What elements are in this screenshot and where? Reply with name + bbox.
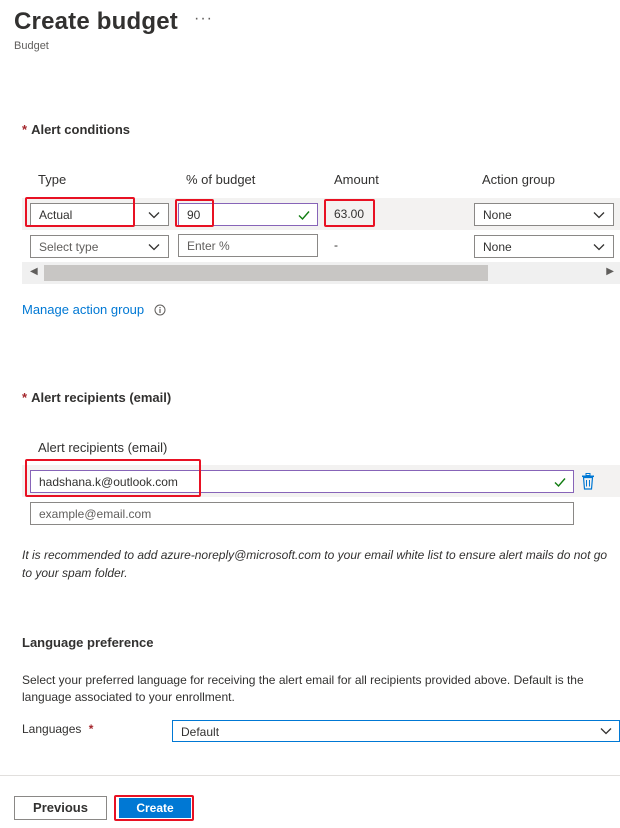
languages-label: Languages	[22, 722, 82, 736]
action-group-value: None	[483, 208, 512, 222]
percent-input-row-2[interactable]: Enter %	[178, 234, 318, 257]
highlight-percent	[175, 199, 214, 227]
whitelist-note: It is recommended to add azure-noreply@m…	[22, 548, 608, 580]
action-group-select-row-1[interactable]: None	[474, 203, 614, 226]
column-header-recipients: Alert recipients (email)	[38, 440, 168, 455]
highlight-amount	[324, 199, 375, 227]
scroll-right-icon[interactable]: ▶	[606, 266, 614, 277]
highlight-type	[25, 197, 135, 227]
horizontal-scrollbar[interactable]: ◀ ▶	[22, 262, 620, 284]
column-header-amount: Amount	[334, 172, 379, 187]
required-mark: *	[22, 122, 28, 137]
manage-action-group-link[interactable]: Manage action group	[22, 302, 144, 317]
alert-conditions-heading: * Alert conditions	[22, 122, 130, 137]
more-options-icon[interactable]: ···	[194, 10, 213, 28]
scrolled-off-text	[30, 55, 470, 63]
action-group-value: None	[483, 240, 512, 254]
email-input-row-2[interactable]: example@email.com	[30, 502, 574, 525]
checkmark-icon	[554, 478, 566, 488]
type-select-row-2[interactable]: Select type	[30, 235, 169, 258]
email-input-placeholder: example@email.com	[39, 507, 152, 521]
info-icon[interactable]	[154, 304, 166, 316]
language-description: Select your preferred language for recei…	[22, 673, 584, 704]
chevron-down-icon	[593, 244, 605, 251]
alert-conditions-title: Alert conditions	[31, 122, 131, 137]
chevron-down-icon	[148, 212, 160, 219]
manage-action-group[interactable]: Manage action group	[22, 302, 166, 317]
highlight-create	[114, 795, 194, 821]
highlight-email	[25, 459, 201, 497]
scroll-left-icon[interactable]: ◀	[30, 266, 38, 277]
languages-select-value: Default	[181, 725, 220, 739]
column-header-percent: % of budget	[186, 172, 256, 187]
checkmark-icon	[298, 211, 310, 221]
languages-label-group: Languages *	[22, 722, 97, 736]
chevron-down-icon	[600, 728, 612, 735]
page-title: Create budget	[14, 8, 178, 35]
amount-value-row-2: -	[334, 238, 338, 252]
chevron-down-icon	[593, 212, 605, 219]
alert-recipients-heading: * Alert recipients (email)	[22, 390, 171, 405]
language-preference-title: Language preference	[22, 635, 154, 650]
required-mark: *	[88, 722, 94, 736]
type-select-placeholder: Select type	[39, 240, 99, 254]
required-mark: *	[22, 390, 28, 405]
page-subtitle: Budget	[14, 40, 49, 52]
scrollbar-thumb[interactable]	[44, 265, 488, 281]
percent-input-placeholder: Enter %	[187, 239, 230, 253]
footer-divider	[0, 775, 620, 776]
delete-icon[interactable]	[580, 473, 596, 490]
previous-button[interactable]: Previous	[14, 796, 107, 820]
languages-select[interactable]: Default	[172, 720, 620, 742]
column-header-action-group: Action group	[482, 172, 555, 187]
action-group-select-row-2[interactable]: None	[474, 235, 614, 258]
chevron-down-icon	[148, 244, 160, 251]
alert-recipients-title: Alert recipients (email)	[31, 390, 172, 405]
column-header-type: Type	[38, 172, 67, 187]
